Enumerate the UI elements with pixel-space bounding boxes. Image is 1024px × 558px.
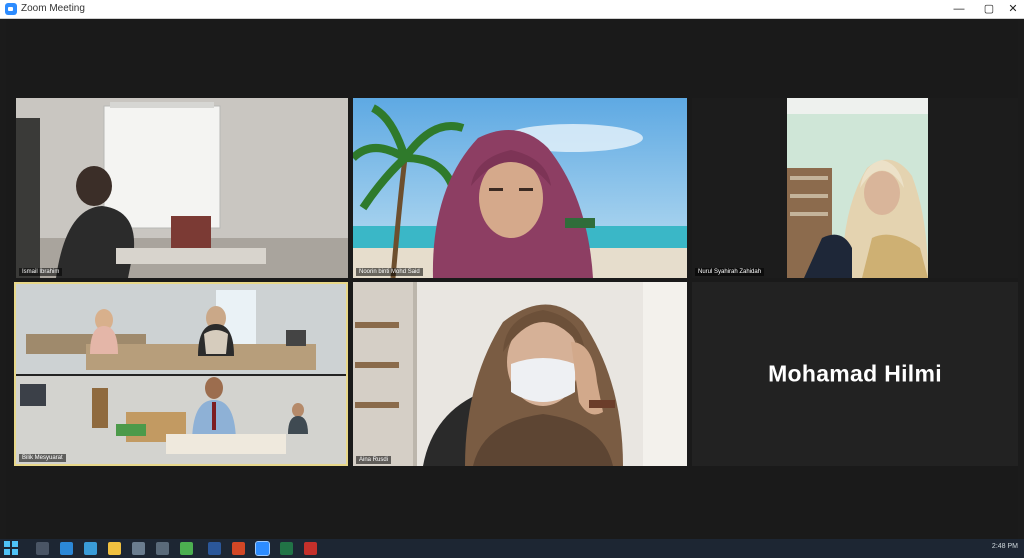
task-view-icon[interactable]: [60, 542, 73, 555]
acrobat-icon[interactable]: [304, 542, 317, 555]
word-icon[interactable]: [208, 542, 221, 555]
chrome-icon[interactable]: [180, 542, 193, 555]
store-icon[interactable]: [156, 542, 169, 555]
title-bar: Zoom Meeting — ▢ ✕: [0, 0, 1024, 19]
video-tile-5[interactable]: Aina Rusdi: [353, 282, 687, 466]
video-feed-3: [787, 98, 928, 278]
zoom-app-icon: [5, 3, 17, 15]
participant-name-4: Bilik Mesyuarat: [19, 454, 66, 462]
edge-icon[interactable]: [84, 542, 97, 555]
video-tile-3[interactable]: Nurul Syahirah Zahidah: [692, 98, 1018, 278]
video-tile-4[interactable]: Bilik Mesyuarat: [14, 282, 348, 466]
file-explorer-icon[interactable]: [108, 542, 121, 555]
mail-icon[interactable]: [132, 542, 145, 555]
taskbar: 2:48 PM: [0, 539, 1024, 558]
participant-name-2: Noorin binti Mohd Said: [356, 268, 423, 276]
close-button[interactable]: ✕: [998, 0, 1024, 18]
participant-name-1: Ismail Ibrahim: [19, 268, 63, 276]
window-title: Zoom Meeting: [21, 3, 85, 14]
video-feed-2: [353, 98, 687, 278]
participant-name-5: Aina Rusdi: [356, 456, 392, 464]
powerpoint-icon[interactable]: [232, 542, 245, 555]
taskbar-clock[interactable]: 2:48 PM: [992, 543, 1018, 550]
video-feed-1: [16, 98, 348, 278]
video-tile-2[interactable]: Noorin binti Mohd Said: [353, 98, 687, 278]
meeting-stage: Ismail Ibrahim Noorin binti Mohd Said Nu…: [6, 19, 1018, 539]
minimize-button[interactable]: —: [944, 0, 974, 18]
video-feed-4: [16, 284, 346, 464]
zoom-icon[interactable]: [255, 541, 270, 556]
video-feed-5: [353, 282, 687, 466]
start-button[interactable]: [4, 541, 19, 556]
participant-name-3: Nurul Syahirah Zahidah: [695, 268, 765, 276]
excel-icon[interactable]: [280, 542, 293, 555]
video-tile-6[interactable]: Mohamad Hilmi: [692, 282, 1018, 466]
participant-name-6: Mohamad Hilmi: [768, 360, 942, 387]
search-icon[interactable]: [36, 542, 49, 555]
video-tile-1[interactable]: Ismail Ibrahim: [16, 98, 348, 278]
